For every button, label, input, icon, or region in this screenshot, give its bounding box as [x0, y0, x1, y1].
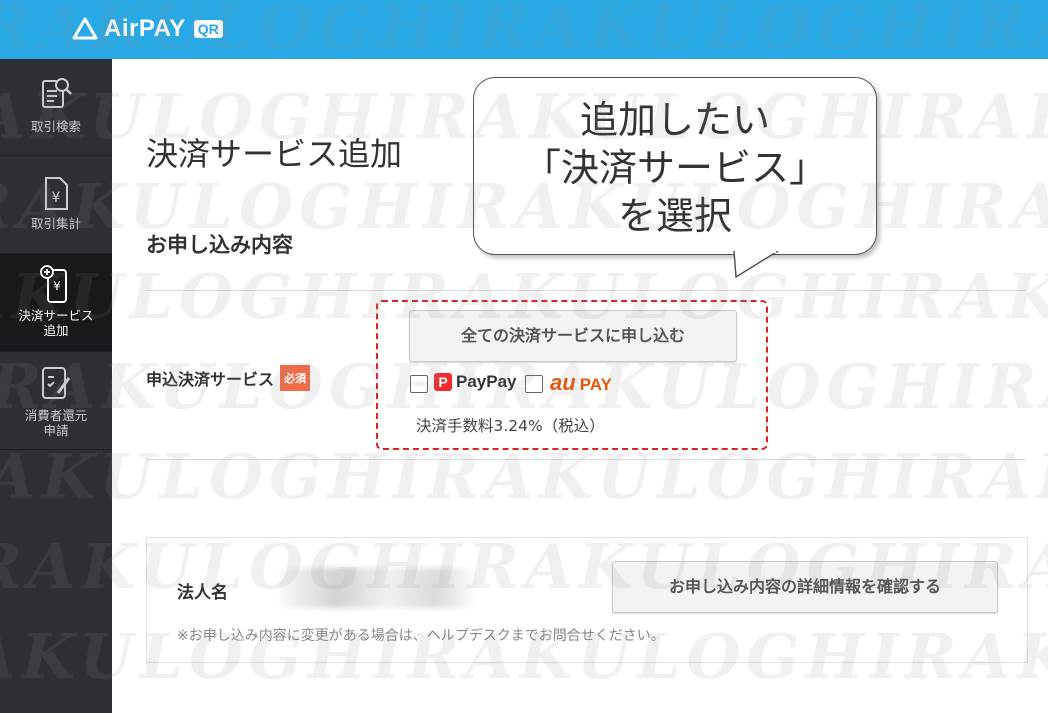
callout-bubble: 追加したい 「決済サービス」 を選択 [473, 77, 877, 255]
corporation-name-label: 法人名 [177, 583, 228, 603]
aupay-option[interactable]: au PAY [550, 370, 612, 396]
paypay-option[interactable]: P PayPay [434, 372, 517, 392]
apply-service-label: 申込決済サービス 必須 [146, 365, 311, 391]
search-document-icon [42, 78, 72, 108]
aupay-logo-au: au [550, 370, 576, 395]
helpdesk-note: ※お申し込み内容に変更がある場合は、ヘルプデスクまでお問合せください。 [177, 628, 665, 644]
divider [146, 459, 1026, 460]
aupay-checkbox[interactable] [525, 375, 543, 393]
logo-qr-badge: QR [193, 20, 223, 38]
callout-line: 「決済サービス」 [522, 146, 827, 190]
callout-line: を選択 [617, 194, 732, 238]
section-title: お申し込み内容 [146, 233, 293, 257]
sidebar-item-label: 取引検索 [30, 119, 81, 134]
aupay-logo-pay: PAY [579, 375, 612, 394]
paypay-label: PayPay [456, 372, 517, 391]
header-bar: AirPAY QR [0, 0, 1048, 59]
sidebar-item-label: 決済サービス 追加 [18, 308, 94, 338]
sidebar-item-label: 取引集計 [30, 216, 81, 231]
airpay-qr-logo[interactable]: AirPAY QR [72, 14, 223, 44]
paypay-checkbox[interactable] [410, 375, 428, 393]
sidebar-item-transaction-summary[interactable]: ¥ 取引集計 [0, 156, 112, 254]
callout-tail [733, 251, 779, 279]
apply-all-services-button[interactable]: 全ての決済サービスに申し込む [409, 310, 737, 362]
corporation-name-redacted [279, 568, 475, 608]
callout-text: 追加したい 「決済サービス」 を選択 [474, 96, 876, 240]
sidebar-item-transaction-search[interactable]: 取引検索 [0, 59, 112, 156]
sidebar: 取引検索 ¥ 取引集計 ¥ 決済サービス 追加 消費者還元 申請 [0, 59, 112, 713]
apply-service-label-text: 申込決済サービス [146, 370, 275, 389]
paypay-logo-icon: P [434, 373, 452, 391]
page-title: 決済サービス追加 [146, 135, 403, 173]
airpay-logo-icon [72, 17, 98, 40]
main-content: 決済サービス追加 お申し込み内容 申込決済サービス 必須 全ての決済サービスに申… [112, 59, 1048, 713]
svg-text:¥: ¥ [53, 279, 61, 293]
application-info-box: 法人名 お申し込み内容の詳細情報を確認する ※お申し込み内容に変更がある場合は、… [146, 537, 1028, 663]
sidebar-item-label: 消費者還元 申請 [24, 408, 88, 438]
yen-document-icon: ¥ [45, 177, 68, 210]
sidebar-item-add-payment-service[interactable]: ¥ 決済サービス 追加 [0, 254, 112, 352]
callout-line: 追加したい [579, 98, 770, 142]
fee-text: 決済手数料3.24%（税込） [416, 417, 605, 435]
divider [146, 290, 1026, 291]
svg-text:¥: ¥ [52, 190, 61, 206]
phone-yen-add-icon: ¥ [40, 265, 67, 303]
logo-text: AirPAY [104, 15, 186, 42]
document-edit-icon [42, 367, 71, 399]
confirm-details-button[interactable]: お申し込み内容の詳細情報を確認する [612, 561, 998, 613]
required-badge: 必須 [280, 365, 311, 391]
sidebar-item-consumer-rebate[interactable]: 消費者還元 申請 [0, 352, 112, 450]
